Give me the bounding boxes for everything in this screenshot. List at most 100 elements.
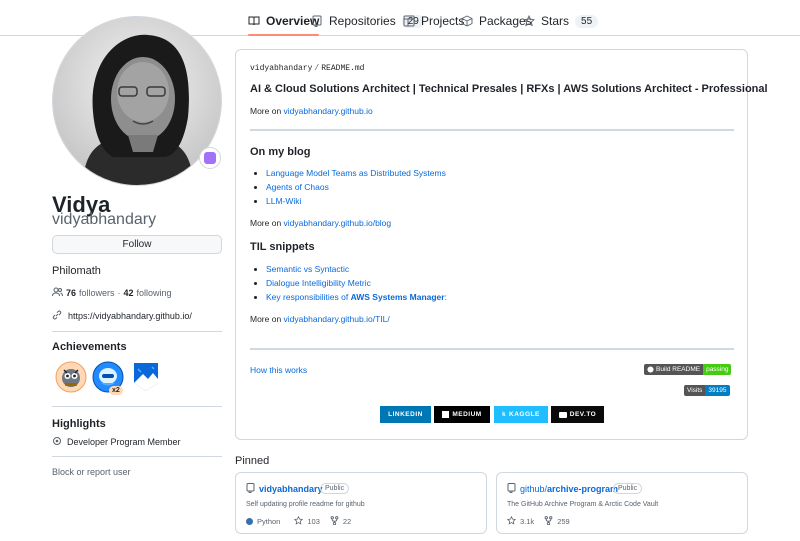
badge-label-text: Build README — [656, 366, 701, 373]
tab-label: Stars — [541, 14, 570, 28]
tab-overview[interactable]: Overview — [248, 8, 320, 36]
list-item: Dialogue Intelligibility Metric — [266, 277, 447, 291]
repo-description: Self updating profile readme for github — [246, 501, 365, 508]
follow-button[interactable]: Follow — [52, 235, 222, 254]
list-item: Key responsibilities of AWS Systems Mana… — [266, 291, 447, 305]
star-icon — [523, 15, 535, 27]
blog-index-link[interactable]: vidyabhandary.github.io/blog — [284, 218, 392, 228]
followers-row: 76 followers · 42 following — [52, 287, 172, 299]
how-this-works-link[interactable]: How this works — [250, 365, 307, 375]
website-row: https://vidyabhandary.github.io/ — [52, 310, 192, 322]
fork-icon — [330, 516, 339, 527]
visibility-pill: Public — [613, 483, 643, 494]
medium-badge[interactable]: MEDIUM — [434, 406, 490, 423]
cpu-icon — [52, 436, 62, 448]
pinned-title: Pinned — [235, 455, 270, 467]
path-separator: / — [314, 64, 320, 73]
repo-name: vidyabhandary — [246, 483, 323, 495]
highlight-label: Developer Program Member — [67, 437, 181, 447]
pinned-repo-card: github/archive-program Public The GitHub… — [496, 472, 748, 534]
star-icon — [294, 515, 304, 527]
tab-projects[interactable]: Projects — [403, 8, 464, 34]
following-label[interactable]: following — [137, 288, 172, 298]
list-item: LLM-Wiki — [266, 195, 446, 209]
blog-heading: On my blog — [250, 146, 311, 158]
repo-icon — [246, 483, 255, 495]
achievement-multiplier: x2 — [109, 386, 123, 395]
repo-meta: 3.1k 259 — [506, 515, 570, 527]
visits-badge: Visits 39195 — [684, 385, 730, 396]
following-count[interactable]: 42 — [124, 288, 134, 298]
linkedin-badge[interactable]: LINKEDIN — [380, 406, 431, 423]
tab-stars[interactable]: Stars 55 — [523, 8, 599, 34]
readme-file[interactable]: README.md — [321, 64, 364, 73]
repo-stars[interactable]: 3.1k — [520, 517, 534, 526]
people-icon — [52, 287, 63, 299]
repo-link[interactable]: github/archive-program — [520, 484, 618, 494]
til-link[interactable]: Semantic vs Syntactic — [266, 264, 349, 274]
til-link[interactable]: Dialogue Intelligibility Metric — [266, 278, 371, 288]
blog-link[interactable]: Language Model Teams as Distributed Syst… — [266, 168, 446, 178]
homepage-link[interactable]: vidyabhandary.github.io — [284, 106, 373, 116]
star-icon — [506, 515, 517, 527]
separator: · — [117, 288, 121, 298]
github-icon — [647, 366, 654, 373]
readme-owner[interactable]: vidyabhandary — [250, 64, 312, 73]
followers-count[interactable]: 76 — [66, 288, 76, 298]
social-label: MEDIUM — [452, 411, 482, 418]
social-label: KAGGLE — [509, 411, 540, 418]
repo-icon — [507, 483, 516, 495]
link-icon — [52, 310, 62, 322]
blog-link[interactable]: Agents of Chaos — [266, 182, 329, 192]
repo-title: archive-program — [547, 484, 619, 494]
badge-label: Build README — [644, 364, 704, 375]
sidebar-divider — [52, 406, 222, 407]
more-on-prefix: More on — [250, 314, 284, 324]
repo-link[interactable]: vidyabhandary — [259, 484, 323, 494]
sidebar-divider — [52, 331, 222, 332]
repo-stars[interactable]: 103 — [307, 517, 320, 526]
stars-count: 55 — [575, 14, 599, 28]
visibility-pill: Public — [320, 483, 350, 494]
blog-link[interactable]: LLM-Wiki — [266, 196, 301, 206]
sidebar-divider — [52, 456, 222, 457]
badge-status: passing — [703, 364, 732, 375]
tab-packages[interactable]: Packages — [461, 8, 532, 34]
til-link-prefix: Key responsibilities of — [266, 292, 351, 302]
til-index-link[interactable]: vidyabhandary.github.io/TIL/ — [284, 314, 390, 324]
repo-meta: Python 103 22 — [246, 515, 351, 527]
til-link[interactable]: Key responsibilities of AWS Systems Mana… — [266, 292, 447, 302]
visits-label: Visits — [684, 385, 706, 396]
til-link-suffix: : — [444, 292, 447, 302]
blog-list: Language Model Teams as Distributed Syst… — [266, 167, 446, 209]
devto-badge[interactable]: DEV.TO — [551, 406, 604, 423]
package-icon — [461, 15, 473, 27]
list-item: Semantic vs Syntactic — [266, 263, 447, 277]
block-report-link[interactable]: Block or report user — [52, 467, 131, 477]
achievement-pull-shark-icon[interactable] — [55, 361, 87, 393]
devto-icon — [558, 411, 567, 418]
kaggle-badge[interactable]: k KAGGLE — [494, 406, 548, 423]
achievement-arctic-vault-icon[interactable] — [130, 361, 162, 393]
status-badge[interactable] — [199, 147, 221, 169]
profile-login: vidyabhandary — [52, 211, 157, 228]
repo-name: github/archive-program — [507, 483, 618, 495]
more-on-line: More on vidyabhandary.github.io/TIL/ — [250, 314, 390, 324]
followers-label[interactable]: followers — [79, 288, 115, 298]
build-status-badge[interactable]: Build README passing — [644, 364, 732, 375]
more-on-prefix: More on — [250, 106, 284, 116]
readme-divider — [250, 129, 734, 131]
tab-label: Repositories — [329, 14, 396, 28]
visits-count: 39195 — [705, 385, 730, 396]
list-item: Agents of Chaos — [266, 181, 446, 195]
readme-path: vidyabhandary / README.md — [250, 64, 364, 73]
repo-forks[interactable]: 22 — [343, 517, 351, 526]
website-link[interactable]: https://vidyabhandary.github.io/ — [68, 311, 192, 321]
social-label: LINKEDIN — [388, 411, 423, 418]
repo-forks[interactable]: 259 — [557, 517, 570, 526]
social-label: DEV.TO — [569, 411, 597, 418]
repo-owner: github/ — [520, 484, 548, 494]
readme-headline: AI & Cloud Solutions Architect | Technic… — [250, 83, 768, 95]
avatar[interactable] — [52, 16, 222, 186]
highlights-title: Highlights — [52, 418, 106, 430]
